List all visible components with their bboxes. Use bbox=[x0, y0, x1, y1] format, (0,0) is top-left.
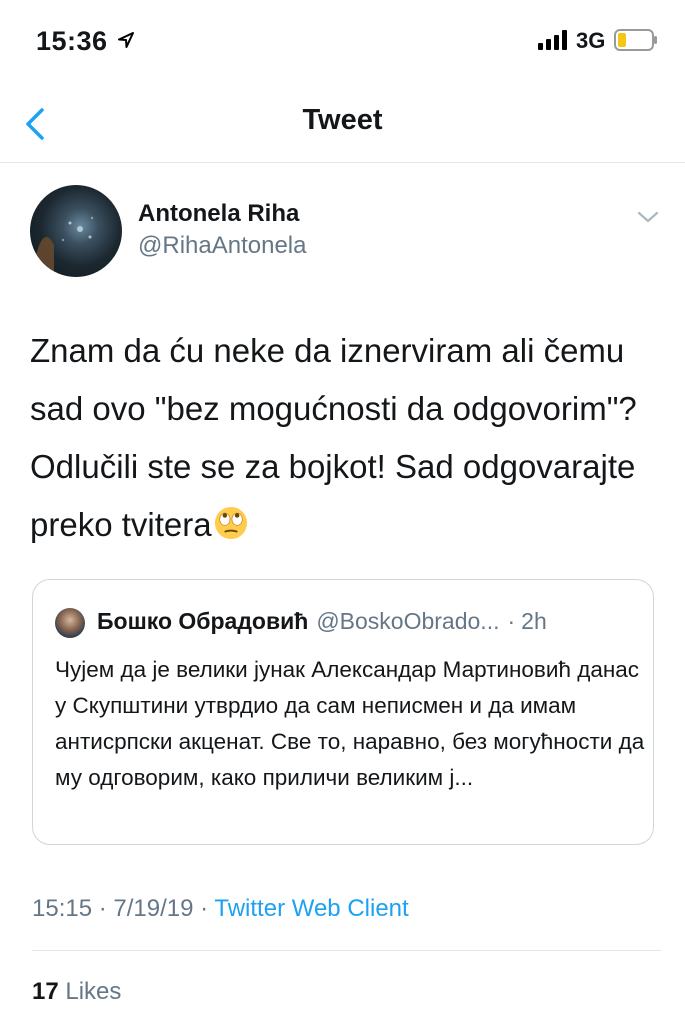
status-bar: 15:36 3G bbox=[0, 0, 685, 80]
signal-bars-icon bbox=[538, 30, 567, 50]
meta-separator: · bbox=[98, 895, 114, 922]
battery-low-icon bbox=[614, 29, 657, 51]
quoted-author-avatar bbox=[55, 608, 85, 638]
author-name[interactable]: Antonela Riha bbox=[138, 200, 299, 228]
divider bbox=[32, 950, 661, 951]
face-with-rolling-eyes-emoji bbox=[214, 506, 247, 540]
quoted-separator: · bbox=[507, 608, 516, 634]
tweet-time: 15:15 bbox=[32, 895, 93, 922]
quoted-tweet-text: Чујем да је велики јунак Александар Март… bbox=[55, 657, 645, 790]
author-avatar[interactable] bbox=[30, 185, 122, 277]
status-time: 15:36 bbox=[36, 26, 108, 56]
tweet-metadata: 15:15 · 7/19/19 · Twitter Web Client bbox=[32, 895, 409, 923]
likes-count[interactable]: 17 Likes bbox=[32, 978, 121, 1006]
tweet-text: Znam da ću neke da iznerviram ali čemu s… bbox=[30, 322, 655, 554]
quoted-author-name: Бошко Обрадовић bbox=[97, 608, 309, 634]
nav-bar: Tweet bbox=[0, 88, 685, 163]
likes-label: Likes bbox=[65, 978, 122, 1005]
meta-separator: · bbox=[200, 895, 215, 922]
quoted-author-handle: @BoskoObrado... bbox=[316, 608, 500, 634]
network-type: 3G bbox=[576, 28, 606, 53]
chevron-down-icon bbox=[637, 211, 659, 223]
quoted-tweet-age: 2h bbox=[521, 608, 547, 634]
location-arrow-icon bbox=[118, 32, 134, 48]
quoted-tweet-header: Бошко Обрадовић @BoskoObrado... · 2h bbox=[97, 608, 547, 635]
tweet-text-content: Znam da ću neke da iznerviram ali čemu s… bbox=[30, 332, 637, 543]
more-options-button[interactable] bbox=[634, 205, 662, 229]
author-handle[interactable]: @RihaAntonela bbox=[138, 232, 306, 260]
page-title: Tweet bbox=[302, 104, 383, 136]
tweet-client-link[interactable]: Twitter Web Client bbox=[214, 895, 408, 922]
likes-number: 17 bbox=[32, 978, 59, 1005]
tweet-date: 7/19/19 bbox=[113, 895, 194, 922]
quoted-tweet-card[interactable]: Бошко Обрадовић @BoskoObrado... · 2h Чујем … bbox=[32, 579, 654, 845]
